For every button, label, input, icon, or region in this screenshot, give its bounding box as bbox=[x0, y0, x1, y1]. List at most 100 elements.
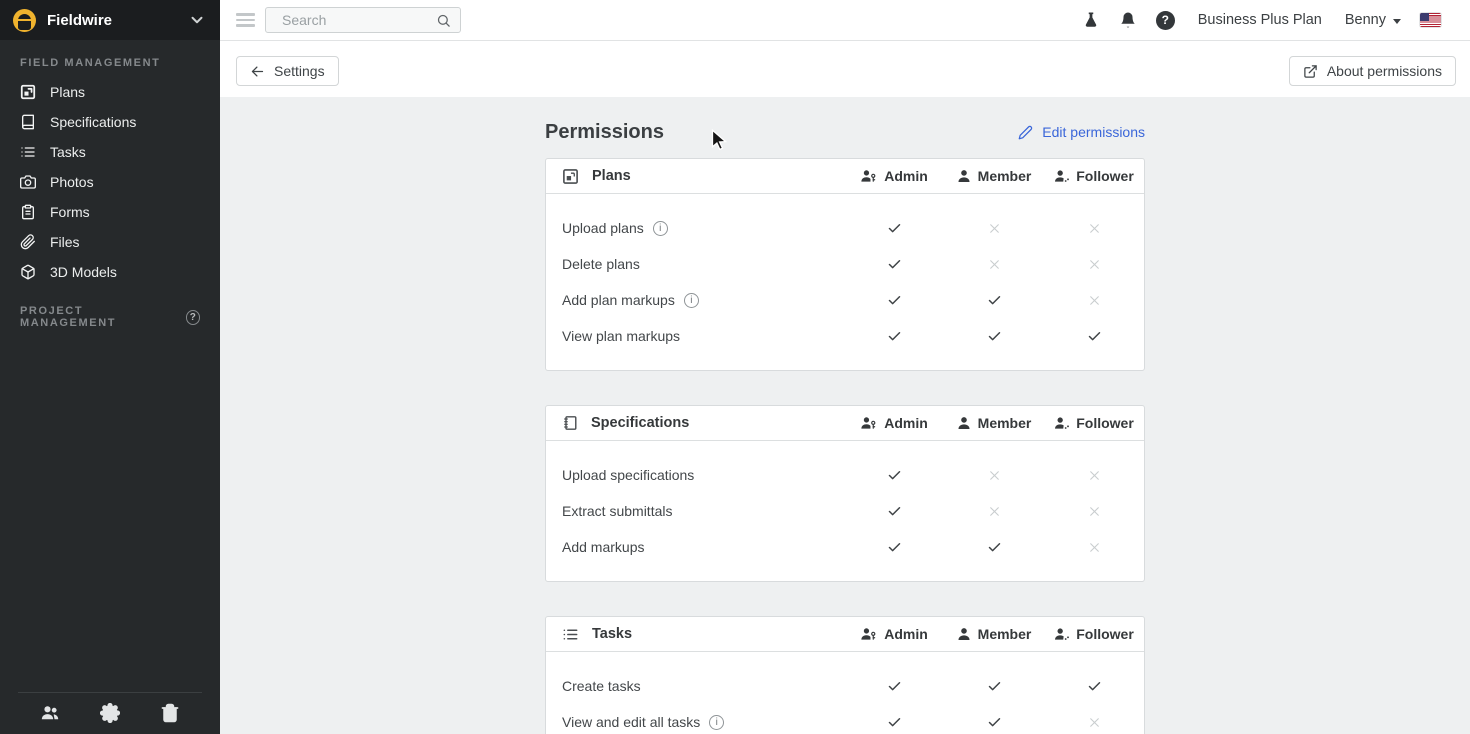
check-icon bbox=[987, 329, 1002, 344]
specifications-icon bbox=[20, 114, 36, 130]
sidebar-item-label: Plans bbox=[50, 84, 85, 100]
hamburger-icon[interactable] bbox=[236, 13, 255, 27]
caret-down-icon bbox=[1393, 19, 1401, 24]
column-header-follower: Follower bbox=[1044, 168, 1144, 184]
card-head: Plans AdminMemberFollower bbox=[546, 159, 1144, 194]
permission-label: Create tasks bbox=[562, 678, 641, 694]
follower-icon bbox=[1054, 169, 1069, 183]
cross-icon bbox=[1088, 716, 1101, 729]
topbar: ? Business Plus Plan Benny bbox=[220, 0, 1470, 41]
content: Permissions Edit permissions PlansAdminM… bbox=[220, 97, 1470, 734]
column-header-follower: Follower bbox=[1044, 626, 1144, 642]
table-title: Specifications bbox=[591, 415, 689, 431]
sidebar-item-specifications[interactable]: Specifications bbox=[0, 107, 220, 137]
brand-menu[interactable]: Fieldwire bbox=[0, 0, 220, 40]
trash-icon[interactable] bbox=[160, 703, 180, 723]
column-header-follower: Follower bbox=[1044, 415, 1144, 431]
sidebar-item-label: Files bbox=[50, 234, 80, 250]
fieldwire-logo bbox=[13, 9, 36, 32]
sidebar-item-files[interactable]: Files bbox=[0, 227, 220, 257]
permissions-card-specifications: SpecificationsAdminMemberFollowerUpload … bbox=[545, 405, 1145, 582]
cross-icon bbox=[1088, 294, 1101, 307]
users-icon[interactable] bbox=[40, 703, 60, 723]
permission-label: Add plan markups bbox=[562, 292, 675, 308]
cross-icon bbox=[1088, 505, 1101, 518]
permission-row: View plan markups bbox=[546, 318, 1144, 354]
cross-icon bbox=[988, 505, 1001, 518]
permission-row: Create tasks bbox=[546, 668, 1144, 704]
cross-icon bbox=[988, 222, 1001, 235]
permission-row: Add markups bbox=[546, 529, 1144, 565]
user-name: Benny bbox=[1345, 12, 1386, 28]
about-permissions-button[interactable]: About permissions bbox=[1289, 56, 1456, 86]
permission-label: Delete plans bbox=[562, 256, 640, 272]
check-icon bbox=[987, 715, 1002, 730]
chevron-down-icon[interactable] bbox=[188, 11, 206, 29]
permission-label: Upload plans bbox=[562, 220, 644, 236]
permission-row: Extract submittals bbox=[546, 493, 1144, 529]
column-header-member: Member bbox=[944, 626, 1044, 642]
info-icon[interactable]: i bbox=[653, 221, 668, 236]
sidebar-item-plans[interactable]: Plans bbox=[0, 77, 220, 107]
flask-icon[interactable] bbox=[1082, 11, 1100, 29]
card-head: SpecificationsAdminMemberFollower bbox=[546, 406, 1144, 441]
permission-row: Upload plans i bbox=[546, 210, 1144, 246]
files-icon bbox=[20, 234, 36, 250]
check-icon bbox=[1087, 329, 1102, 344]
permission-row: Add plan markups i bbox=[546, 282, 1144, 318]
check-icon bbox=[887, 679, 902, 694]
table-title: Plans bbox=[592, 168, 631, 184]
sidebar: Fieldwire FIELD MANAGEMENT Plans Specifi… bbox=[0, 0, 220, 734]
column-header-admin: Admin bbox=[844, 415, 944, 431]
permissions-card-plans: Plans AdminMemberFollower Upload plans i Del… bbox=[545, 158, 1145, 371]
card-body: Upload specifications Extract submittalsA… bbox=[546, 441, 1144, 581]
permission-label: Upload specifications bbox=[562, 467, 694, 483]
us-flag-icon[interactable] bbox=[1420, 13, 1441, 27]
check-icon bbox=[987, 293, 1002, 308]
cross-icon bbox=[988, 258, 1001, 271]
sidebar-item-label: Tasks bbox=[50, 144, 86, 160]
topbar-right: ? Business Plus Plan Benny bbox=[1082, 11, 1441, 30]
check-icon bbox=[887, 329, 902, 344]
sidebar-item-photos[interactable]: Photos bbox=[0, 167, 220, 197]
permission-row: Delete plans bbox=[546, 246, 1144, 282]
admin-icon bbox=[860, 169, 877, 183]
sidebar-item-label: Forms bbox=[50, 204, 90, 220]
edit-permissions-link[interactable]: Edit permissions bbox=[1018, 124, 1145, 140]
check-icon bbox=[987, 540, 1002, 555]
sidebar-item-3d-models[interactable]: 3D Models bbox=[0, 257, 220, 287]
info-icon[interactable]: i bbox=[684, 293, 699, 308]
table-title: Tasks bbox=[592, 626, 632, 642]
arrow-left-icon bbox=[250, 64, 265, 79]
info-icon[interactable]: i bbox=[709, 715, 724, 730]
card-head: Tasks AdminMemberFollower bbox=[546, 617, 1144, 652]
permission-label: View and edit all tasks bbox=[562, 714, 700, 730]
settings-back-button[interactable]: Settings bbox=[236, 56, 339, 86]
bell-icon[interactable] bbox=[1119, 11, 1137, 29]
sidebar-item-forms[interactable]: Forms bbox=[0, 197, 220, 227]
card-body: Upload plans i Delete plans Add plan markup… bbox=[546, 194, 1144, 370]
user-menu[interactable]: Benny bbox=[1345, 12, 1401, 28]
search-icon[interactable] bbox=[436, 13, 451, 28]
column-header-admin: Admin bbox=[844, 626, 944, 642]
brand-name: Fieldwire bbox=[47, 12, 177, 29]
check-icon bbox=[887, 293, 902, 308]
member-icon bbox=[957, 627, 971, 641]
check-icon bbox=[1087, 679, 1102, 694]
follower-icon bbox=[1054, 416, 1069, 430]
photos-icon bbox=[20, 174, 36, 190]
column-header-member: Member bbox=[944, 168, 1044, 184]
search-input[interactable] bbox=[282, 12, 436, 28]
sidebar-item-label: Specifications bbox=[50, 114, 136, 130]
sidebar-item-tasks[interactable]: Tasks bbox=[0, 137, 220, 167]
follower-icon bbox=[1054, 627, 1069, 641]
specifications-icon bbox=[562, 415, 578, 431]
question-circle-icon[interactable]: ? bbox=[186, 310, 200, 325]
check-icon bbox=[987, 679, 1002, 694]
column-header-admin: Admin bbox=[844, 168, 944, 184]
cross-icon bbox=[988, 469, 1001, 482]
check-icon bbox=[887, 468, 902, 483]
gear-icon[interactable] bbox=[100, 703, 120, 723]
cross-icon bbox=[1088, 258, 1101, 271]
help-icon[interactable]: ? bbox=[1156, 11, 1175, 30]
